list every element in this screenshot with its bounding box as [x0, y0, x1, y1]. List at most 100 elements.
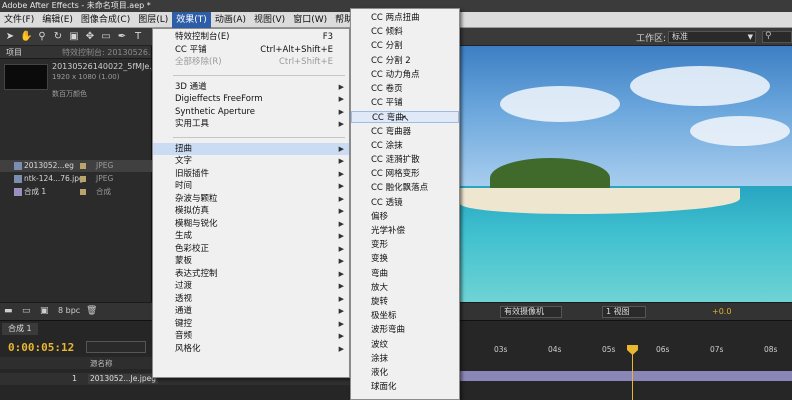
effects-menu-item[interactable]: 特效控制台(E) F3 [153, 31, 349, 43]
layer-duration-bar[interactable] [460, 371, 792, 381]
menu-item-label: 透视 [175, 293, 193, 304]
effects-menu-item[interactable]: 过渡 ▶ [153, 280, 349, 292]
effects-menu-item[interactable]: 音频 ▶ [153, 330, 349, 342]
menu-view[interactable]: 视图(V) [250, 12, 289, 28]
composition-viewer[interactable] [460, 46, 792, 302]
menu-file[interactable]: 文件(F) [0, 12, 38, 28]
distort-menu-item[interactable]: CC 分割 2 [351, 55, 459, 67]
effects-menu-item[interactable]: 扭曲 ▶ [153, 142, 349, 155]
distort-menu-item[interactable]: CC 倾斜 [351, 26, 459, 38]
new-folder-icon[interactable]: ▭ [22, 306, 31, 316]
menu-edit[interactable]: 编辑(E) [38, 12, 77, 28]
effects-menu-item[interactable]: Digieffects FreeForm ▶ [153, 93, 349, 105]
text-tool-icon[interactable]: T [132, 31, 144, 43]
effects-menu-item[interactable]: 全部移除(R) Ctrl+Shift+E [153, 56, 349, 68]
folder-icon[interactable]: ▬ [4, 306, 13, 316]
distort-menu-item[interactable]: CC 涂抹 [351, 140, 459, 152]
timeline-search-input[interactable] [86, 341, 146, 353]
project-footer: ▬ ▭ ▣ 8 bpc 🗑 [0, 302, 152, 320]
camera-tool-icon[interactable]: ▣ [68, 31, 80, 43]
ruler-tick-label: 03s [494, 345, 508, 354]
effects-menu-item[interactable]: 模拟仿真 ▶ [153, 205, 349, 217]
project-item[interactable]: ntk-124...76.jpg JPEG [0, 173, 152, 185]
effects-menu-item[interactable]: 模糊与锐化 ▶ [153, 218, 349, 230]
bpc-setting[interactable]: 8 bpc [58, 306, 80, 315]
effects-menu-item[interactable]: 生成 ▶ [153, 230, 349, 242]
distort-menu-item[interactable]: 变换 [351, 253, 459, 265]
distort-menu-item[interactable]: CC 弯曲 ↖ [351, 111, 459, 124]
menu-composition[interactable]: 图像合成(C) [77, 12, 134, 28]
source-name-column[interactable]: 源名称 [90, 358, 113, 369]
effects-menu-item[interactable]: 透视 ▶ [153, 293, 349, 305]
effects-menu-item[interactable]: 文字 ▶ [153, 155, 349, 167]
effects-menu-item[interactable]: 色彩校正 ▶ [153, 243, 349, 255]
distort-menu-item[interactable]: 变形 [351, 239, 459, 251]
help-search-input[interactable]: ⚲ [762, 31, 792, 43]
effects-menu-item[interactable]: 表达式控制 ▶ [153, 268, 349, 280]
menu-item-label: 过渡 [175, 281, 193, 291]
effects-menu-item[interactable]: Synthetic Aperture ▶ [153, 106, 349, 118]
distort-menu-item[interactable]: 极坐标 [351, 310, 459, 322]
effects-menu-item[interactable]: 旧版插件 ▶ [153, 168, 349, 180]
effects-menu-item[interactable]: CC 平铺 Ctrl+Alt+Shift+E [153, 44, 349, 56]
distort-menu-item[interactable]: CC 两点扭曲 [351, 12, 459, 24]
distort-menu-item[interactable]: CC 动力角点 [351, 69, 459, 81]
effects-menu-item[interactable]: 3D 通道 ▶ [153, 81, 349, 93]
active-camera-select[interactable]: 有效摄像机 [500, 306, 562, 318]
tab-effect-controls[interactable]: 特效控制台: 20130526... [62, 46, 151, 58]
distort-menu-item[interactable]: 放大 [351, 282, 459, 294]
menu-layer[interactable]: 图层(L) [134, 12, 172, 28]
distort-menu-item[interactable]: 光学补偿 [351, 225, 459, 237]
view-layout-select[interactable]: 1 视图 [602, 306, 646, 318]
submenu-arrow-icon: ▶ [338, 307, 344, 315]
pan-behind-tool-icon[interactable]: ✥ [84, 31, 96, 43]
layer-name[interactable]: 2013052...Je.jpeg [88, 374, 158, 384]
tab-composition[interactable]: 合成 1 [2, 323, 38, 335]
mask-tool-icon[interactable]: ▭ [100, 31, 112, 43]
effects-menu-item[interactable]: 蒙板 ▶ [153, 255, 349, 267]
distort-menu-item[interactable]: CC 分割 [351, 40, 459, 52]
menu-effect[interactable]: 效果(T) [172, 11, 211, 28]
distort-menu-item[interactable]: CC 涟漪扩散 [351, 154, 459, 166]
project-item[interactable]: 合成 1 合成 [0, 186, 152, 198]
new-composition-icon[interactable]: ▣ [40, 306, 49, 316]
time-ruler[interactable]: 03s 04s 05s 06s 07s 08s [460, 320, 792, 370]
tab-project[interactable]: 项目 [6, 46, 22, 58]
exposure-value[interactable]: +0.0 [712, 307, 731, 316]
current-timecode[interactable]: 0:00:05:12 [8, 341, 74, 354]
workspace-select[interactable]: 标准 ▼ [668, 31, 756, 43]
effects-menu-item[interactable]: 时间 ▶ [153, 180, 349, 192]
distort-menu-item[interactable]: 涂抹 [351, 353, 459, 365]
project-item[interactable]: 2013052...eg JPEG [0, 160, 152, 172]
distort-menu-item[interactable]: 球面化 [351, 381, 459, 393]
menu-animation[interactable]: 动画(A) [211, 12, 250, 28]
selected-file-name: 20130526140022_5fMJe.jpe [52, 62, 165, 71]
distort-menu-item[interactable]: 偏移 [351, 211, 459, 223]
trash-icon[interactable]: 🗑 [86, 306, 97, 316]
effects-menu-item[interactable]: 风格化 ▶ [153, 343, 349, 355]
distort-menu-item[interactable]: CC 弯曲器 [351, 126, 459, 138]
menu-item-label: 模糊与锐化 [175, 218, 218, 229]
menu-window[interactable]: 窗口(W) [289, 12, 331, 28]
distort-menu-item[interactable]: 波纹 [351, 339, 459, 351]
distort-menu-item[interactable]: CC 网格变形 [351, 168, 459, 180]
distort-menu-item[interactable]: 液化 [351, 367, 459, 379]
effects-menu-item[interactable]: 实用工具 ▶ [153, 118, 349, 130]
distort-menu-item[interactable]: CC 透镜 [351, 197, 459, 209]
hand-tool-icon[interactable]: ✋ [20, 31, 32, 43]
distort-menu-item[interactable]: 弯曲 [351, 268, 459, 280]
effects-menu-item[interactable]: 通道 ▶ [153, 305, 349, 317]
zoom-tool-icon[interactable]: ⚲ [36, 31, 48, 43]
distort-menu-item[interactable]: 波形弯曲 [351, 324, 459, 336]
effects-menu-item[interactable]: 键控 ▶ [153, 318, 349, 330]
effects-menu-item[interactable]: 杂波与颗粒 ▶ [153, 193, 349, 205]
menu-item-label: 涂抹 [371, 353, 389, 364]
selection-tool-icon[interactable]: ➤ [4, 31, 16, 43]
distort-menu-item[interactable]: CC 平铺 [351, 97, 459, 109]
distort-menu-item[interactable]: CC 卷页 [351, 83, 459, 95]
rotate-tool-icon[interactable]: ↻ [52, 31, 64, 43]
distort-menu-item[interactable]: CC 融化飘落点 [351, 182, 459, 194]
distort-menu-item[interactable]: 旋转 [351, 296, 459, 308]
menu-item-label: 旧版插件 [175, 168, 210, 179]
pen-tool-icon[interactable]: ✒ [116, 31, 128, 43]
